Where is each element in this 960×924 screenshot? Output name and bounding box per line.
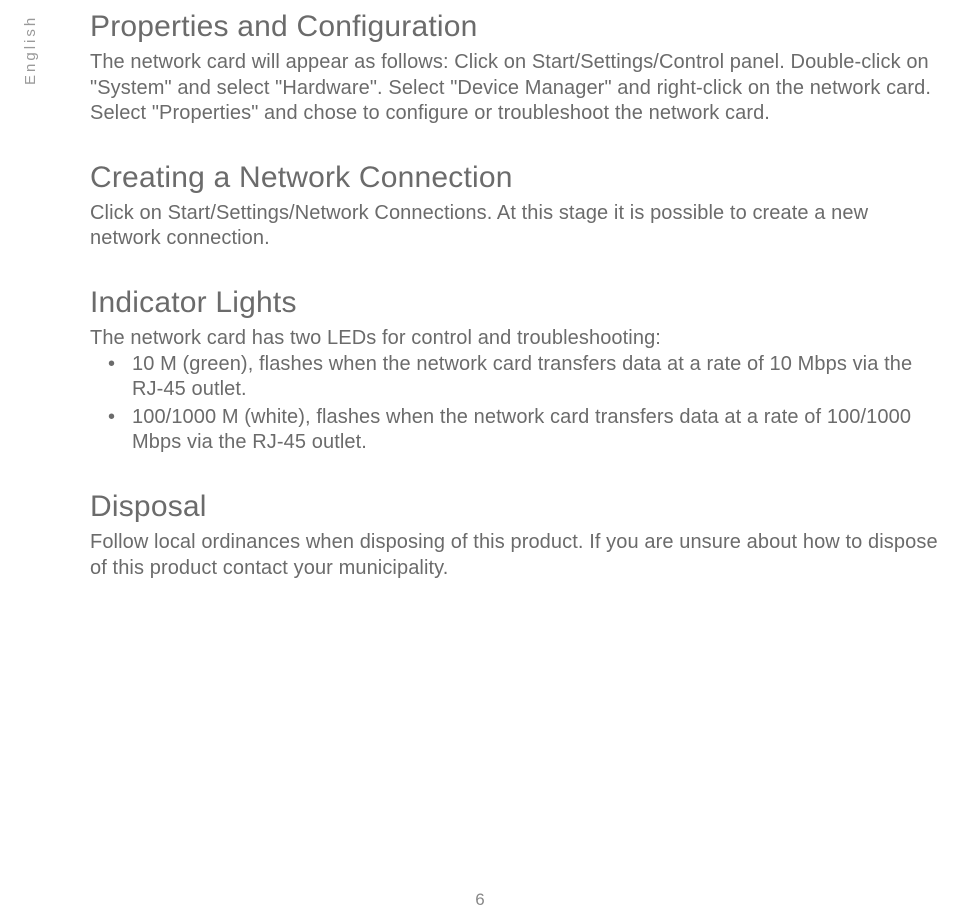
intro-indicator: The network card has two LEDs for contro… xyxy=(90,326,940,352)
body-properties: The network card will appear as follows:… xyxy=(90,50,940,127)
heading-indicator: Indicator Lights xyxy=(90,286,940,320)
heading-properties: Properties and Configuration xyxy=(90,10,940,44)
language-label: English xyxy=(22,15,39,85)
list-item: 100/1000 M (white), flashes when the net… xyxy=(90,405,940,456)
body-creating: Click on Start/Settings/Network Connecti… xyxy=(90,201,940,252)
page-number: 6 xyxy=(0,890,960,910)
page-content: Properties and Configuration The network… xyxy=(0,0,960,581)
heading-creating: Creating a Network Connection xyxy=(90,161,940,195)
list-item: 10 M (green), flashes when the network c… xyxy=(90,352,940,403)
bullets-indicator: 10 M (green), flashes when the network c… xyxy=(90,352,940,456)
heading-disposal: Disposal xyxy=(90,490,940,524)
body-disposal: Follow local ordinances when disposing o… xyxy=(90,530,940,581)
